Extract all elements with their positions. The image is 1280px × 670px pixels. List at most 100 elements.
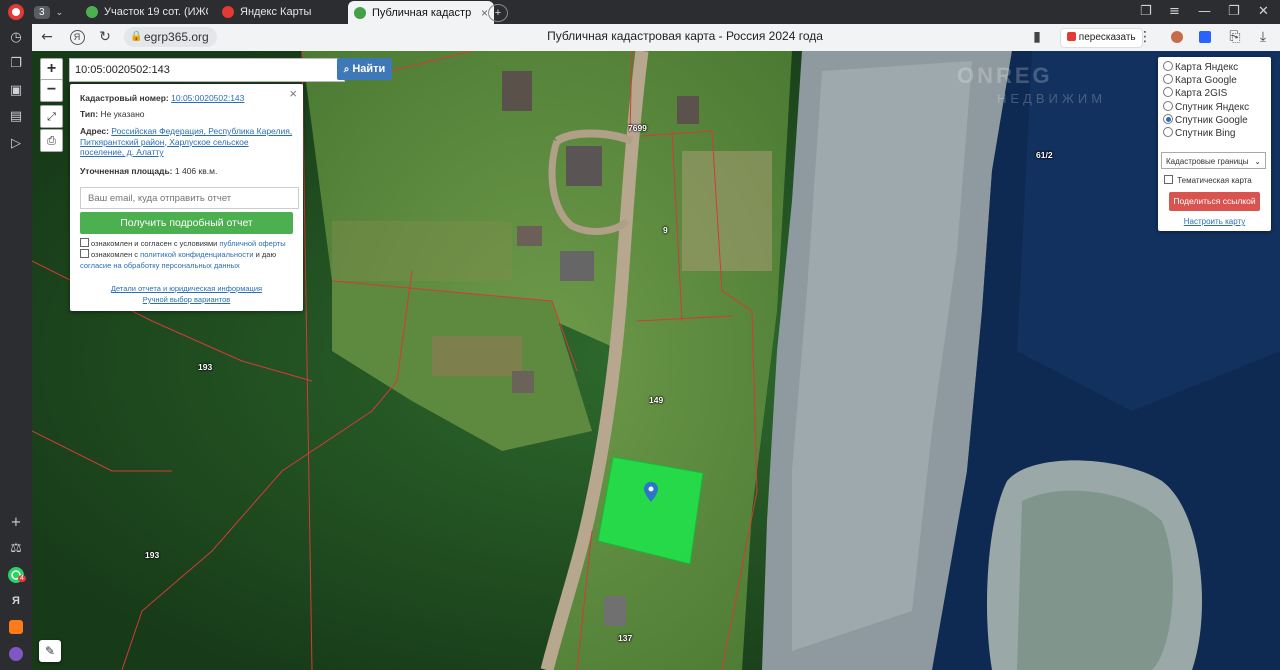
scales-icon[interactable]: ⚖ [6,538,26,558]
yandex-icon[interactable]: Я [6,591,26,611]
whatsapp-icon[interactable]: 4 [6,565,26,585]
download-icon[interactable]: ⤓ [1254,28,1272,46]
consent-privacy-checkbox[interactable] [80,249,89,258]
layer-option-label: Карта Яндекс [1175,62,1239,73]
search-button-label: Найти [352,63,386,75]
map-pin-icon [222,6,234,18]
watermark-logo-sub: НЕДВИЖИМ [997,91,1107,106]
radio-button[interactable] [1163,61,1173,71]
browser-logo-icon[interactable] [6,2,26,22]
map-pin-icon[interactable] [644,482,658,502]
extension-icon[interactable] [1168,28,1186,46]
email-field[interactable] [80,187,299,209]
more-options-icon[interactable]: ⋮ [1136,28,1154,46]
consent-offer-checkbox[interactable] [80,238,89,247]
media-icon[interactable]: ▤ [6,106,26,126]
url-field[interactable]: 🔒 egrp365.org [124,27,217,47]
collections-icon[interactable]: ❐ [6,53,26,73]
layer-option[interactable]: Карта Google [1163,74,1237,87]
market-icon[interactable] [6,617,26,637]
data-consent-link[interactable]: согласие на обработку персональных данны… [80,261,240,270]
tab-title: Участок 19 сот. (ИЖС) на [104,6,208,18]
bookmark-icon[interactable]: ▮ [1028,28,1046,46]
consent-offer-row: ознакомлен и согласен с условиями публич… [80,238,293,250]
radio-button[interactable] [1163,127,1173,137]
thematic-map-row[interactable]: Тематическая карта [1164,174,1252,187]
close-window-icon[interactable]: ✕ [1258,4,1269,19]
details-row: Детали отчета и юридическая информация [80,284,293,295]
layer-option-label: Спутник Bing [1175,128,1236,139]
details-link[interactable]: Детали отчета и юридическая информация [111,284,262,293]
radio-button[interactable] [1163,101,1173,111]
history-icon[interactable]: ◷ [6,27,26,47]
layer-option-label: Спутник Google [1175,115,1248,126]
chevron-down-icon: ⌄ [1254,157,1261,166]
map-view[interactable]: ONREG НЕДВИЖИМ 7699 9 193 149 193 137 61… [32,51,1280,670]
fullscreen-icon[interactable]: ⤢ [40,105,63,128]
zoom-out-button[interactable]: − [40,79,63,102]
reload-icon[interactable]: ↻ [96,28,114,46]
address-link[interactable]: Российская Федерация, Республика Карелия… [80,126,292,157]
manual-selection-link[interactable]: Ручной выбор вариантов [143,295,231,304]
area-row: Уточненная площадь: 1 406 кв.м. [80,166,293,177]
bookmark-manager-icon[interactable]: ❐ [1140,4,1152,19]
retell-button[interactable]: пересказать [1060,28,1143,48]
consent-offer-text: ознакомлен и согласен с условиями [91,239,220,248]
play-icon[interactable]: ▷ [6,133,26,153]
alice-icon[interactable] [6,644,26,664]
url-text: egrp365.org [144,30,209,44]
get-report-button[interactable]: Получить подробный отчет [80,212,293,234]
minimize-icon[interactable]: — [1198,4,1211,19]
print-icon[interactable]: ⎙ [40,129,63,152]
new-tab-button[interactable]: + [488,4,508,22]
type-row: Тип: Не указано [80,109,293,120]
parcel-info-popup: × Кадастровый номер: 10:05:0020502:143 Т… [70,84,303,311]
tab-listing[interactable]: Участок 19 сот. (ИЖС) на [86,2,208,22]
menu-icon[interactable]: ≡ [1169,4,1180,19]
configure-map-link[interactable]: Настроить карту [1158,217,1271,226]
search-icon: ⌕ [343,63,350,75]
edit-pen-icon[interactable]: ✎ [39,640,61,662]
retell-label: пересказать [1078,32,1136,43]
cadastral-number-row: Кадастровый номер: 10:05:0020502:143 [80,93,293,104]
type-label: Тип: [80,109,99,119]
layer-option-selected[interactable]: Спутник Google [1163,114,1248,127]
consent-privacy-mid: и даю [253,250,277,259]
layer-option[interactable]: Спутник Яндекс [1163,101,1249,114]
parcel-label: 137 [618,633,633,643]
privacy-policy-link[interactable]: политикой конфиденциальности [140,250,253,259]
radio-button[interactable] [1163,74,1173,84]
tab-title: Публичная кадастровая [372,6,471,19]
area-value: 1 406 кв.м. [174,166,218,176]
tab-counter-icon[interactable]: ▣ [6,80,26,100]
share-extension-icon[interactable]: ⎘ [1226,28,1244,46]
search-button[interactable]: ⌕ Найти [337,58,392,80]
radio-button-selected[interactable] [1163,114,1173,124]
share-link-button[interactable]: Поделиться ссылкой [1169,192,1260,211]
tab-cadastral[interactable]: Публичная кадастровая × [348,1,494,24]
tab-favicon-icon [86,6,98,18]
thematic-map-checkbox[interactable] [1164,175,1173,184]
boundaries-select[interactable]: Кадастровые границы ⌄ [1161,152,1266,169]
tab-bar: 3 ⌄ Участок 19 сот. (ИЖС) на Яндекс Карт… [32,0,1280,24]
cadastral-number-link[interactable]: 10:05:0020502:143 [171,93,244,103]
layer-option[interactable]: Карта Яндекс [1163,61,1238,74]
radio-button[interactable] [1163,87,1173,97]
boundaries-select-value: Кадастровые границы [1166,157,1249,166]
offer-link[interactable]: публичной оферты [219,239,285,248]
consent-privacy-text: ознакомлен с [91,250,141,259]
tab-counter[interactable]: 3 ⌄ [34,2,70,22]
add-panel-icon[interactable]: + [6,512,26,532]
translate-extension-icon[interactable] [1196,28,1214,46]
cadastral-search-input[interactable] [69,58,345,82]
check-icon [354,6,366,19]
layer-option[interactable]: Карта 2GIS [1163,87,1227,100]
layer-option[interactable]: Спутник Bing [1163,127,1236,140]
yandex-logo-icon[interactable]: Я [68,28,86,46]
close-icon[interactable]: × [481,6,488,20]
restore-icon[interactable]: ❐ [1228,4,1240,19]
parcel-label: 9 [663,225,668,235]
tab-yandex-maps[interactable]: Яндекс Карты [222,2,342,22]
zoom-in-button[interactable]: + [40,58,63,81]
back-icon[interactable]: ← [38,28,56,46]
